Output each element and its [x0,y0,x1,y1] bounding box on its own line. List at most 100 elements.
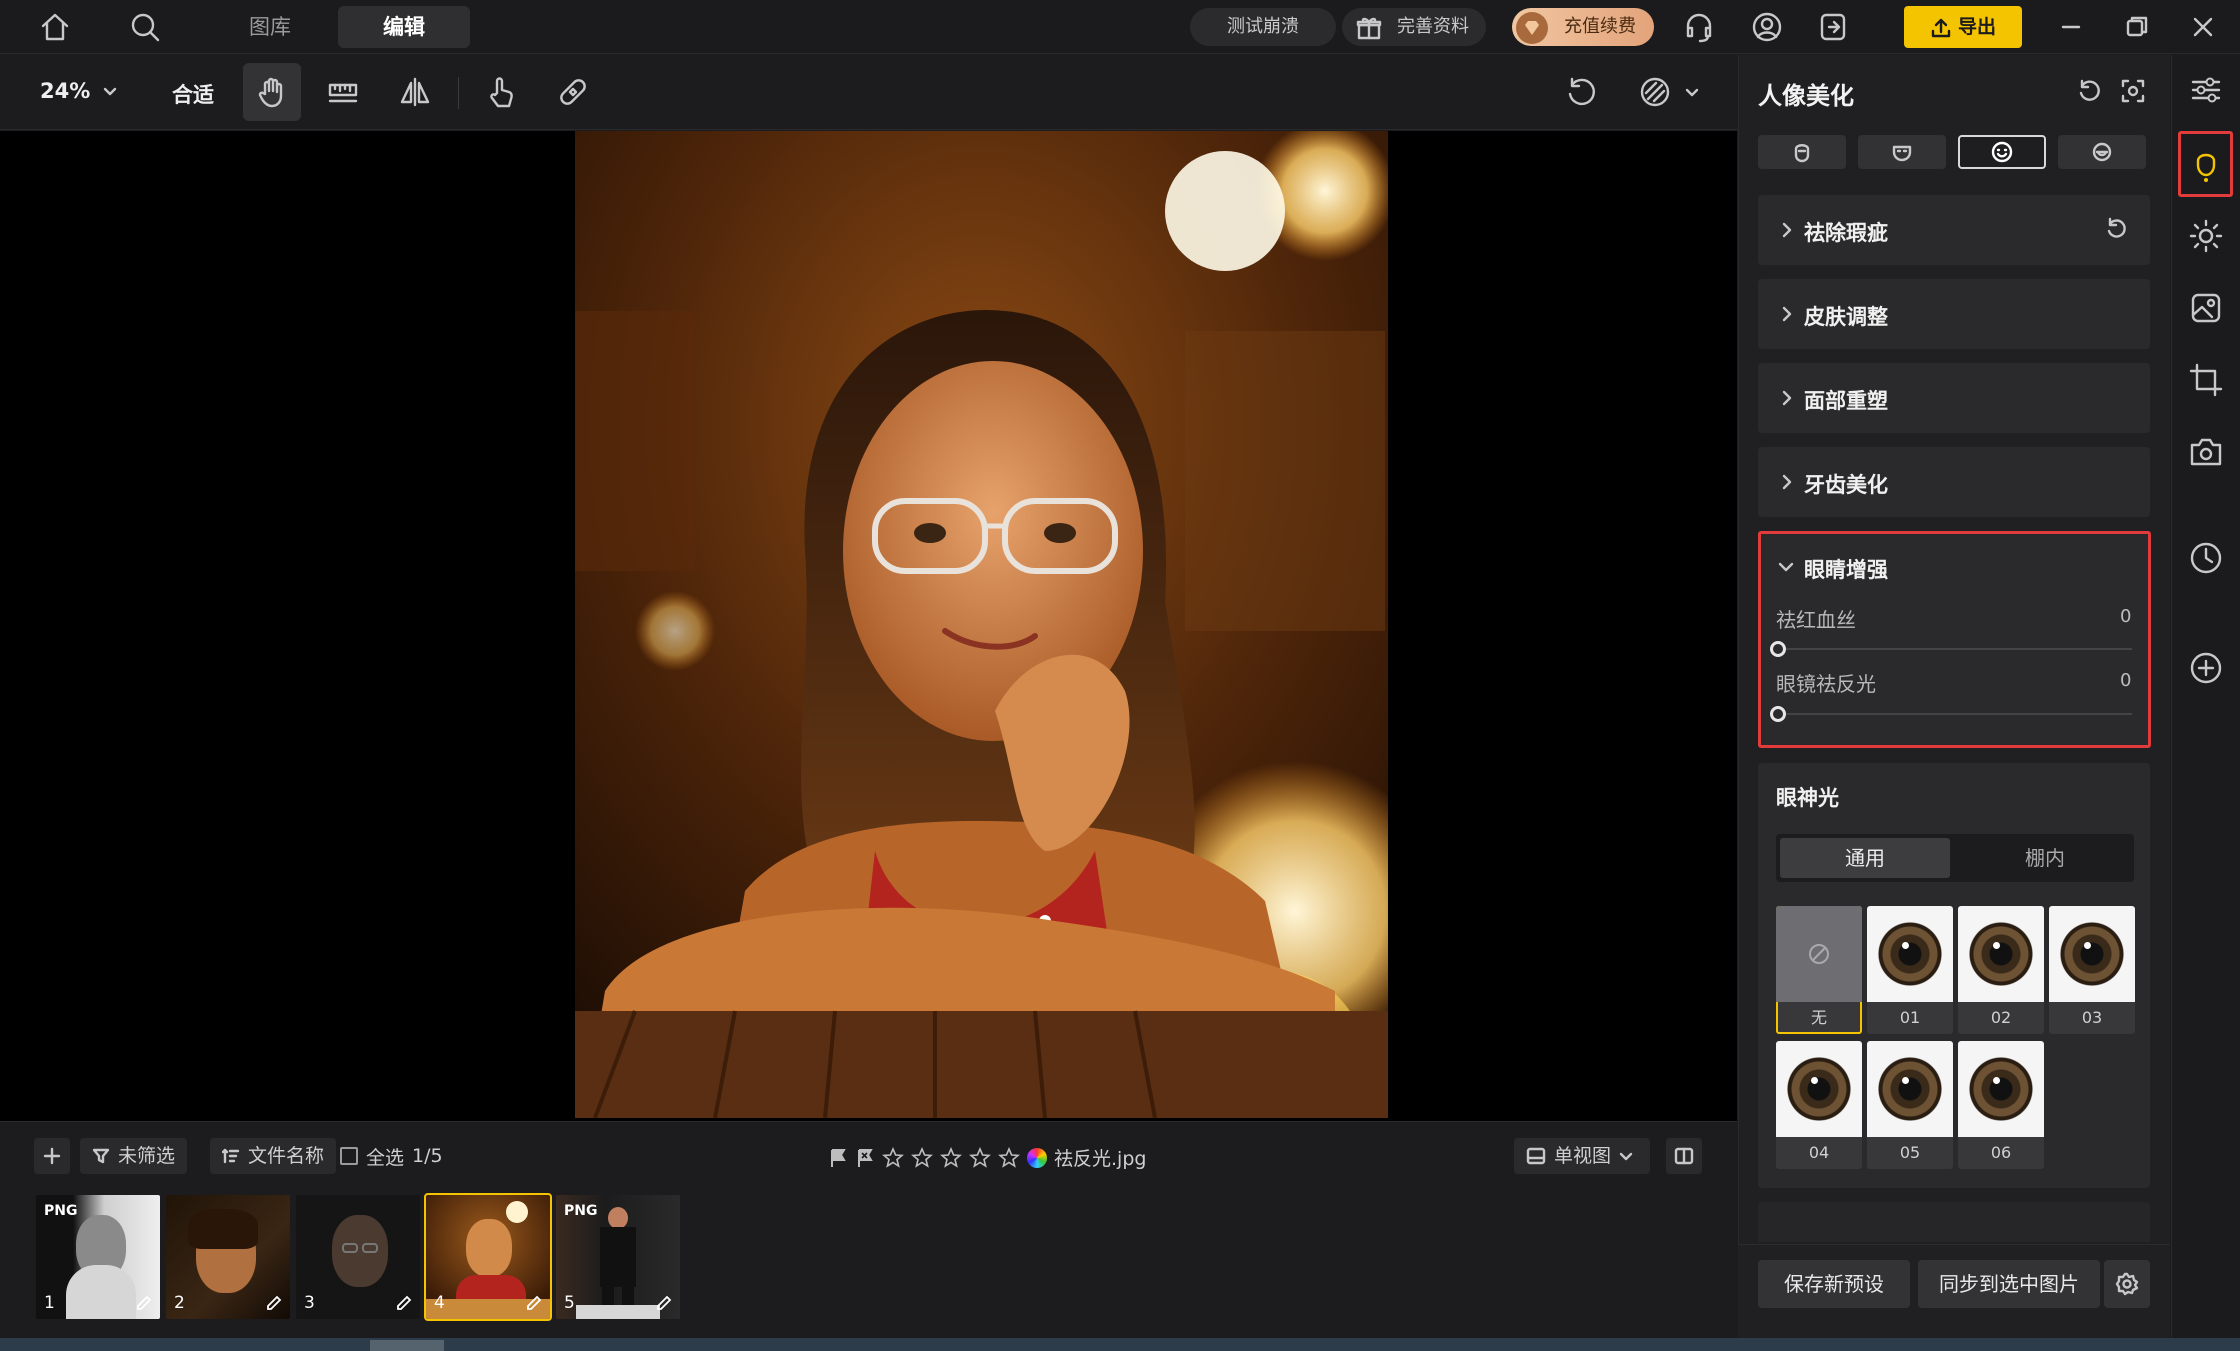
headset-icon[interactable] [1682,10,1716,44]
search-icon[interactable] [128,10,162,44]
zoom-select[interactable]: 24% [40,79,118,103]
hand-tool-button[interactable] [243,63,301,121]
face-detect-icon[interactable] [2120,78,2146,104]
compare-dropdown[interactable] [1624,63,1714,121]
horizontal-scrollbar[interactable] [0,1338,2240,1351]
sort-button[interactable]: 文件名称 [210,1138,337,1174]
segment-studio[interactable]: 棚内 [1960,838,2130,878]
minimize-icon[interactable] [2056,12,2086,42]
thumbnail[interactable]: 2 [166,1195,290,1319]
filter-label: 未筛选 [118,1145,176,1167]
scrollbar-thumb[interactable] [370,1340,444,1351]
star-icon[interactable] [911,1146,933,1169]
thumbnail-number: 2 [174,1293,185,1313]
segment-general[interactable]: 通用 [1780,838,1950,878]
close-icon[interactable] [2188,12,2218,42]
chevron-right-icon [1780,390,1794,406]
thumbnail[interactable]: PNG 5 [556,1195,680,1319]
catchlight-none[interactable]: 无 [1776,906,1862,1034]
selection-count: 1/5 [412,1145,443,1167]
mask-icon [1891,141,1913,163]
subtab-mouth[interactable] [2058,135,2146,169]
tab-library[interactable]: 图库 [224,6,316,48]
swatch-label: 04 [1808,1143,1830,1162]
crop-icon[interactable] [2188,362,2224,398]
filter-bar: 未筛选 文件名称 全选 1/5 祛反光.jpg 单视图 [0,1121,1737,1195]
add-button[interactable] [34,1138,70,1174]
subtab-face-outline[interactable] [1758,135,1846,169]
catchlight-swatch[interactable]: 06 [1958,1041,2044,1169]
panel-reset-icon[interactable] [2076,78,2102,104]
camera-icon[interactable] [2188,434,2224,470]
edit-icon [524,1293,544,1313]
add-circle-icon[interactable] [2188,650,2224,686]
split-view-button[interactable] [1666,1138,1702,1174]
select-all-checkbox[interactable]: 全选 1/5 [340,1138,443,1174]
brightness-icon[interactable] [2188,218,2224,254]
filter-button[interactable]: 未筛选 [80,1138,188,1174]
catchlight-swatch[interactable]: 04 [1776,1041,1862,1169]
view-mode-dropdown[interactable]: 单视图 [1514,1138,1650,1174]
test-crash-button[interactable]: 测试崩溃 [1190,8,1336,46]
section-label: 面部重塑 [1804,389,1888,413]
eye-preview [2060,922,2124,986]
chevron-right-icon [1780,474,1794,490]
subtab-eyes[interactable] [1958,135,2046,169]
swatch-label: 03 [2081,1008,2103,1027]
thumbnail[interactable]: 3 [296,1195,420,1319]
highlight-box [1758,531,2151,748]
history-icon[interactable] [2188,540,2224,576]
restore-icon[interactable] [2122,12,2152,42]
rating-bar: 祛反光.jpg [828,1144,1146,1171]
color-label-icon[interactable] [1027,1147,1047,1168]
swatch-label: 无 [1810,1008,1827,1027]
select-all-label: 全选 [366,1146,405,1169]
section-partially-hidden[interactable] [1758,1202,2150,1242]
smile-face-icon [1990,140,2014,164]
star-icon[interactable] [969,1146,991,1169]
main-photo[interactable] [575,131,1388,1118]
save-preset-button[interactable]: 保存新预设 [1758,1260,1910,1308]
export-button[interactable]: 导出 [1904,6,2022,48]
logout-icon[interactable] [1816,10,1850,44]
thumbnail-selected[interactable]: 4 [424,1193,552,1321]
export-label: 导出 [1957,16,1996,38]
catchlight-swatch[interactable]: 03 [2049,906,2135,1034]
tab-edit[interactable]: 编辑 [338,6,470,48]
star-icon[interactable] [940,1146,962,1169]
settings-button[interactable] [2104,1260,2150,1308]
flag-icon[interactable] [828,1147,848,1169]
thumbnail[interactable]: PNG 1 [36,1195,160,1319]
touch-tool-button[interactable] [472,63,530,121]
split-view-icon [1674,1147,1694,1165]
png-badge: PNG [44,1203,78,1219]
subtab-mask[interactable] [1858,135,1946,169]
fit-button[interactable]: 合适 [172,79,214,109]
catchlight-swatch[interactable]: 01 [1867,906,1953,1034]
section-label: 祛除瑕疵 [1804,221,1888,245]
star-icon[interactable] [882,1146,904,1169]
sliders-icon[interactable] [2188,72,2224,108]
finger-icon [484,75,518,109]
swatch-label: 06 [1990,1143,2012,1162]
edit-icon [654,1293,674,1313]
section-blemish-removal[interactable]: 祛除瑕疵 [1758,195,2150,265]
reject-flag-icon[interactable] [855,1147,875,1169]
ruler-tool-button[interactable] [314,63,372,121]
flip-tool-button[interactable] [386,63,444,121]
section-face-reshape[interactable]: 面部重塑 [1758,363,2150,433]
chevron-down-icon [1684,84,1700,100]
catchlight-swatch[interactable]: 05 [1867,1041,1953,1169]
catchlight-swatch[interactable]: 02 [1958,906,2044,1034]
gear-icon [2115,1272,2139,1296]
sync-to-selected-button[interactable]: 同步到选中图片 [1918,1260,2100,1308]
bandage-tool-button[interactable] [544,63,602,121]
image-adjust-icon[interactable] [2188,290,2224,326]
reset-button[interactable] [1552,63,1610,121]
home-icon[interactable] [38,10,72,44]
section-reset-icon[interactable] [2104,217,2128,241]
section-teeth[interactable]: 牙齿美化 [1758,447,2150,517]
star-icon[interactable] [998,1146,1020,1169]
section-skin-adjust[interactable]: 皮肤调整 [1758,279,2150,349]
user-icon[interactable] [1750,10,1784,44]
